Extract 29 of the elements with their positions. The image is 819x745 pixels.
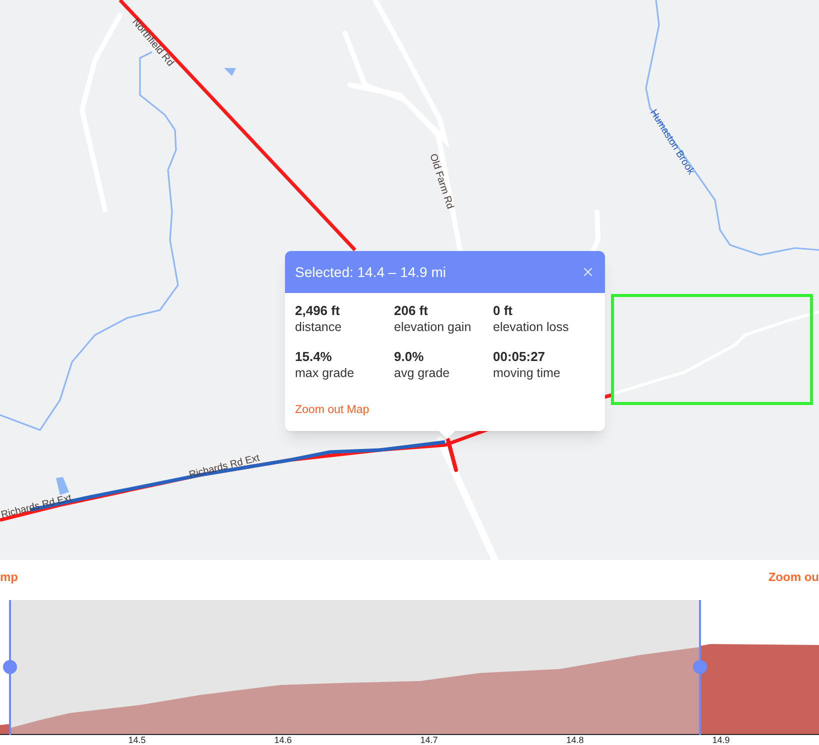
pond (224, 68, 236, 76)
map-label: Old Farm Rd (427, 152, 456, 210)
zoom-out-map-link[interactable]: Zoom out Map (295, 404, 370, 416)
handle-knob-icon[interactable] (3, 660, 17, 674)
stat-value: 2,496 ft (295, 303, 341, 319)
stat-value: 9.0% (394, 349, 425, 365)
stat-value: 0 ft (493, 303, 514, 319)
chart-link[interactable]: mp (0, 568, 18, 586)
stat-label: elevation loss (493, 319, 570, 335)
range-handle[interactable] (699, 600, 701, 735)
map-label: Richards Rd Ext (188, 452, 261, 481)
map-label: Richards Rd Ext (0, 492, 73, 521)
stat-value: 00:05:27 (493, 349, 546, 365)
axis-tick-label: 14.7 (420, 735, 438, 745)
stat-label: max grade (295, 365, 356, 381)
popup-title: Selected: 14.4 – 14.9 mi (295, 262, 446, 282)
range-handle[interactable] (9, 600, 11, 735)
stat-label: distance (295, 319, 343, 335)
axis-tick-label: 14.6 (274, 735, 292, 745)
stat-value: 15.4% (295, 349, 333, 365)
stat-label: avg grade (394, 365, 451, 381)
stat-value: 206 ft (394, 303, 429, 319)
stat-label: moving time (493, 365, 562, 381)
axis-tick-label: 14.5 (128, 735, 146, 745)
stat-label: elevation gain (394, 319, 472, 335)
axis-tick-label: 14.9 (712, 735, 730, 745)
pond (56, 477, 69, 495)
axis-tick-label: 14.8 (566, 735, 584, 745)
zoom-out-link[interactable]: Zoom ou (768, 568, 819, 586)
